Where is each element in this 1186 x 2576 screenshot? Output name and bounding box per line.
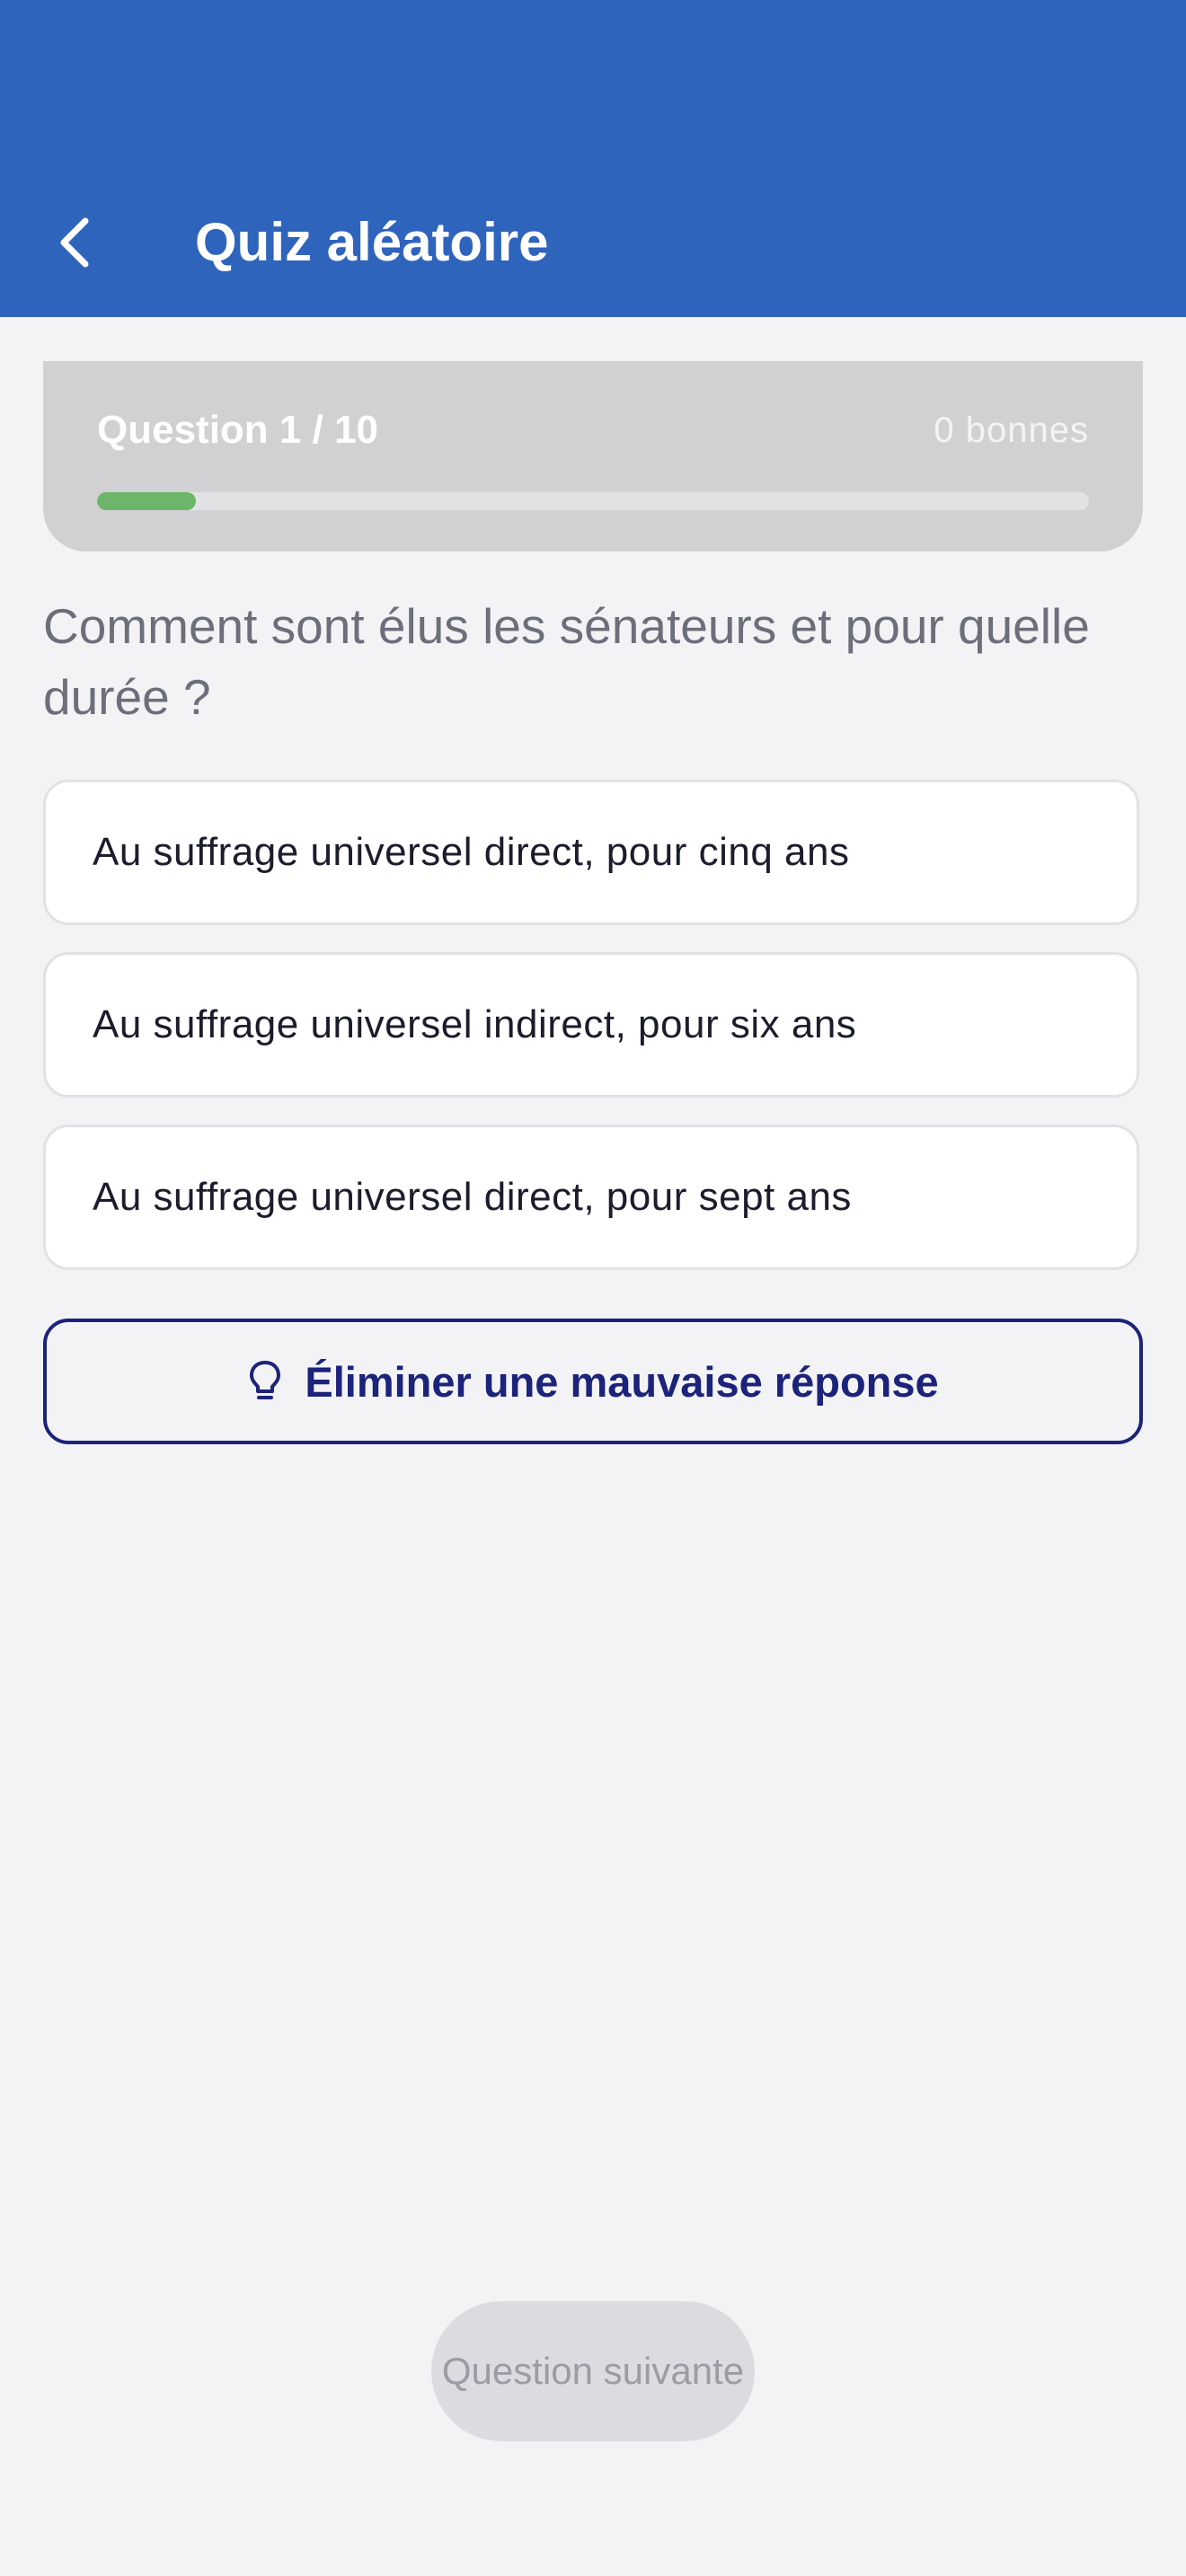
back-button[interactable] xyxy=(45,202,104,283)
score-counter: 0 bonnes xyxy=(934,410,1089,450)
answer-option[interactable]: Au suffrage universel direct, pour sept … xyxy=(43,1125,1139,1270)
question-text: Comment sont élus les sénateurs et pour … xyxy=(43,598,1090,725)
eliminate-wrong-answer-label: Éliminer une mauvaise réponse xyxy=(305,1357,939,1406)
progress-bar xyxy=(97,492,1089,510)
next-question-button[interactable]: Question suivante xyxy=(431,2301,755,2441)
app-bar: Quiz aléatoire xyxy=(0,0,1186,317)
eliminate-wrong-answer-button[interactable]: Éliminer une mauvaise réponse xyxy=(43,1319,1143,1444)
answer-option[interactable]: Au suffrage universel indirect, pour six… xyxy=(43,952,1139,1098)
progress-bar-fill xyxy=(97,492,197,510)
page-title: Quiz aléatoire xyxy=(195,212,549,272)
chevron-left-icon xyxy=(60,217,89,268)
progress-card: Question 1 / 10 0 bonnes xyxy=(43,361,1143,551)
answer-option[interactable]: Au suffrage universel direct, pour cinq … xyxy=(43,780,1139,925)
lightbulb-icon xyxy=(250,1361,281,1399)
question-counter: Question 1 / 10 xyxy=(97,408,378,452)
